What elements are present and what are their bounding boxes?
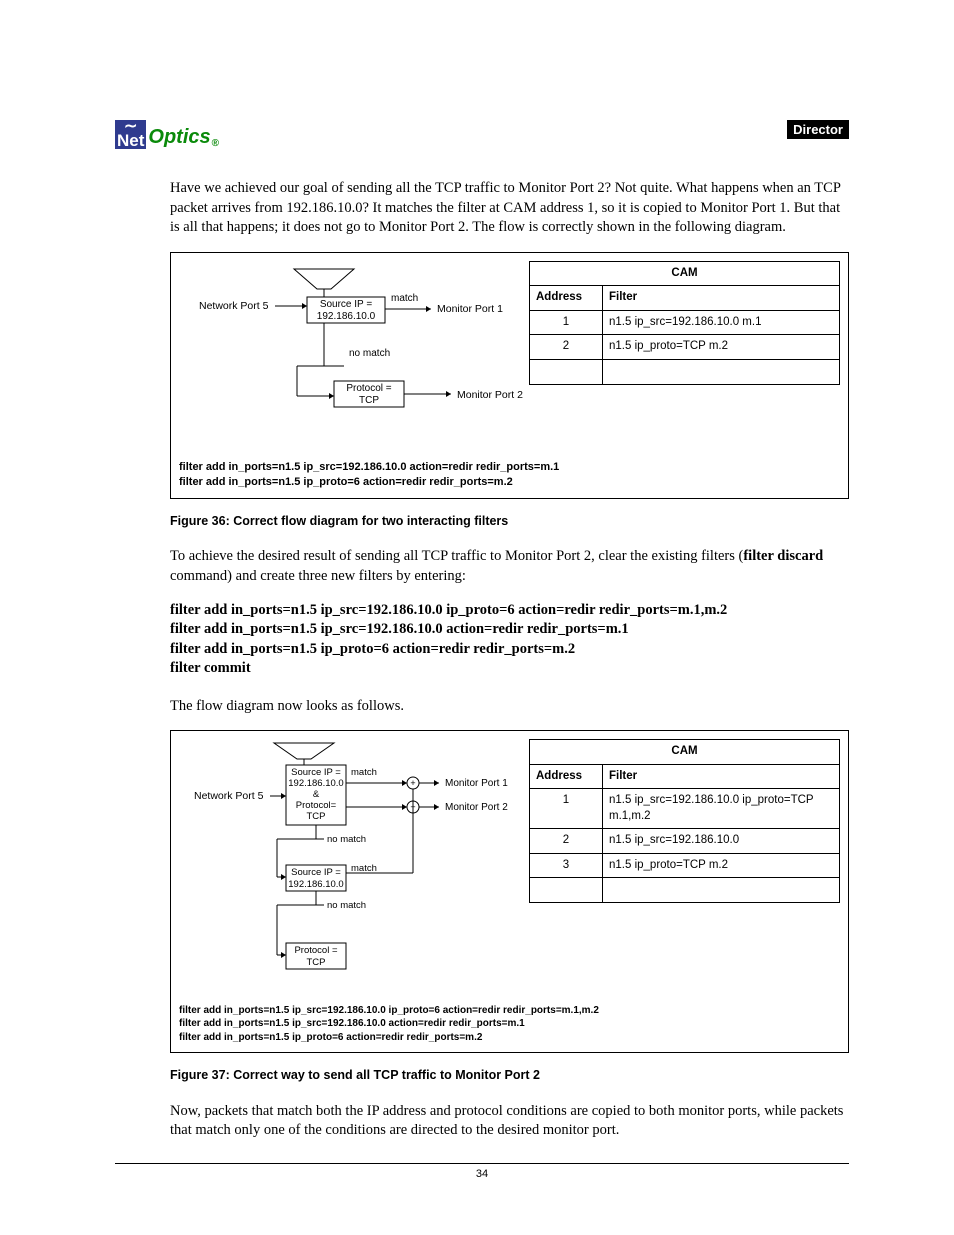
svg-text:no match: no match — [349, 348, 390, 359]
filter-command-line: filter add in_ports=n1.5 ip_src=192.186.… — [179, 1017, 840, 1031]
netoptics-logo: ∼ Net Optics ® — [115, 120, 219, 149]
cam-title: CAM — [530, 261, 840, 286]
command-block: filter add in_ports=n1.5 ip_src=192.186.… — [170, 601, 849, 679]
cam-header-filter: Filter — [603, 764, 840, 789]
filter-command-line: filter add in_ports=n1.5 ip_proto=6 acti… — [179, 1031, 840, 1045]
svg-text:match: match — [351, 863, 377, 874]
cam-cell-empty — [603, 359, 840, 384]
svg-text:Monitor Port 2: Monitor Port 2 — [445, 802, 508, 813]
logo-net-text: Net — [117, 132, 144, 149]
svg-text:match: match — [351, 767, 377, 778]
document-tag: Director — [787, 120, 849, 139]
figure-36-caption: Figure 36: Correct flow diagram for two … — [170, 513, 849, 530]
cam-cell-empty — [530, 359, 603, 384]
figure-37-caption: Figure 37: Correct way to send all TCP t… — [170, 1067, 849, 1084]
command-line: filter add in_ports=n1.5 ip_proto=6 acti… — [170, 640, 849, 660]
figure-36-diagram: Network Port 5 Source IP = 192.186.10.0 … — [179, 261, 519, 440]
svg-text:192.186.10.0: 192.186.10.0 — [317, 311, 376, 322]
filter-command-line: filter add in_ports=n1.5 ip_src=192.186.… — [179, 1004, 840, 1018]
svg-text:Source IP =: Source IP = — [291, 767, 341, 778]
svg-text:Network Port 5: Network Port 5 — [194, 790, 264, 802]
figure-37-frame: Network Port 5 Source IP = 192.186.10.0 … — [170, 730, 849, 1053]
para-after-fig36: To achieve the desired result of sending… — [170, 547, 849, 586]
command-line: filter add in_ports=n1.5 ip_src=192.186.… — [170, 620, 849, 640]
filter-command-line: filter add in_ports=n1.5 ip_proto=6 acti… — [179, 475, 840, 490]
closing-paragraph: Now, packets that match both the IP addr… — [170, 1102, 849, 1141]
cam-cell-empty — [530, 878, 603, 903]
svg-text:TCP: TCP — [307, 957, 326, 968]
figure-37-cam-table: CAM Address Filter 1 n1.5 ip_src=192.186… — [529, 739, 840, 903]
figure-36-frame: Network Port 5 Source IP = 192.186.10.0 … — [170, 252, 849, 499]
svg-text:Source IP =: Source IP = — [320, 299, 373, 310]
svg-text:TCP: TCP — [359, 395, 379, 406]
page-number: 34 — [115, 1163, 849, 1180]
cam-cell: 1 — [530, 310, 603, 335]
svg-text:Protocol=: Protocol= — [296, 800, 337, 811]
text-span: command) and create three new filters by… — [170, 568, 466, 584]
svg-text:+: + — [410, 778, 415, 788]
cam-cell: 2 — [530, 829, 603, 854]
svg-text:Protocol =: Protocol = — [346, 383, 391, 394]
cam-header-address: Address — [530, 764, 603, 789]
net-port-label: Network Port 5 — [199, 300, 269, 312]
logo-registered: ® — [212, 138, 219, 149]
cam-cell: n1.5 ip_src=192.186.10.0 ip_proto=TCP m.… — [603, 789, 840, 829]
page-header: ∼ Net Optics ® Director — [115, 120, 849, 149]
text-span: To achieve the desired result of sending… — [170, 548, 743, 564]
logo-optics-text: Optics — [148, 126, 210, 149]
cam-header-address: Address — [530, 286, 603, 311]
figure-37-commands: filter add in_ports=n1.5 ip_src=192.186.… — [179, 1004, 840, 1045]
cam-cell: n1.5 ip_proto=TCP m.2 — [603, 853, 840, 878]
svg-text:&: & — [313, 789, 320, 800]
cam-cell: 3 — [530, 853, 603, 878]
cam-title: CAM — [530, 740, 840, 765]
cam-cell: n1.5 ip_proto=TCP m.2 — [603, 335, 840, 360]
cam-cell-empty — [603, 878, 840, 903]
svg-text:match: match — [391, 293, 418, 304]
cam-cell: n1.5 ip_src=192.186.10.0 m.1 — [603, 310, 840, 335]
filter-command-line: filter add in_ports=n1.5 ip_src=192.186.… — [179, 460, 840, 475]
svg-text:Monitor Port 1: Monitor Port 1 — [437, 303, 503, 315]
svg-text:192.186.10.0: 192.186.10.0 — [288, 879, 343, 890]
svg-text:no match: no match — [327, 834, 366, 845]
svg-text:no match: no match — [327, 900, 366, 911]
figure-36-commands: filter add in_ports=n1.5 ip_src=192.186.… — [179, 460, 840, 490]
cam-header-filter: Filter — [603, 286, 840, 311]
para-before-fig37: The flow diagram now looks as follows. — [170, 697, 849, 717]
svg-text:192.186.10.0: 192.186.10.0 — [288, 778, 343, 789]
svg-text:Monitor Port 2: Monitor Port 2 — [457, 389, 523, 401]
cam-cell: n1.5 ip_src=192.186.10.0 — [603, 829, 840, 854]
command-line: filter add in_ports=n1.5 ip_src=192.186.… — [170, 601, 849, 621]
figure-36-cam-table: CAM Address Filter 1 n1.5 ip_src=192.186… — [529, 261, 840, 385]
filter-discard-bold: filter discard — [743, 548, 823, 564]
intro-paragraph: Have we achieved our goal of sending all… — [170, 179, 849, 238]
cam-cell: 1 — [530, 789, 603, 829]
svg-text:TCP: TCP — [307, 811, 326, 822]
svg-text:Protocol =: Protocol = — [294, 945, 337, 956]
cam-cell: 2 — [530, 335, 603, 360]
command-line: filter commit — [170, 659, 849, 679]
svg-text:Source IP =: Source IP = — [291, 867, 341, 878]
figure-37-diagram: Network Port 5 Source IP = 192.186.10.0 … — [179, 739, 519, 983]
svg-text:Monitor Port 1: Monitor Port 1 — [445, 778, 508, 789]
